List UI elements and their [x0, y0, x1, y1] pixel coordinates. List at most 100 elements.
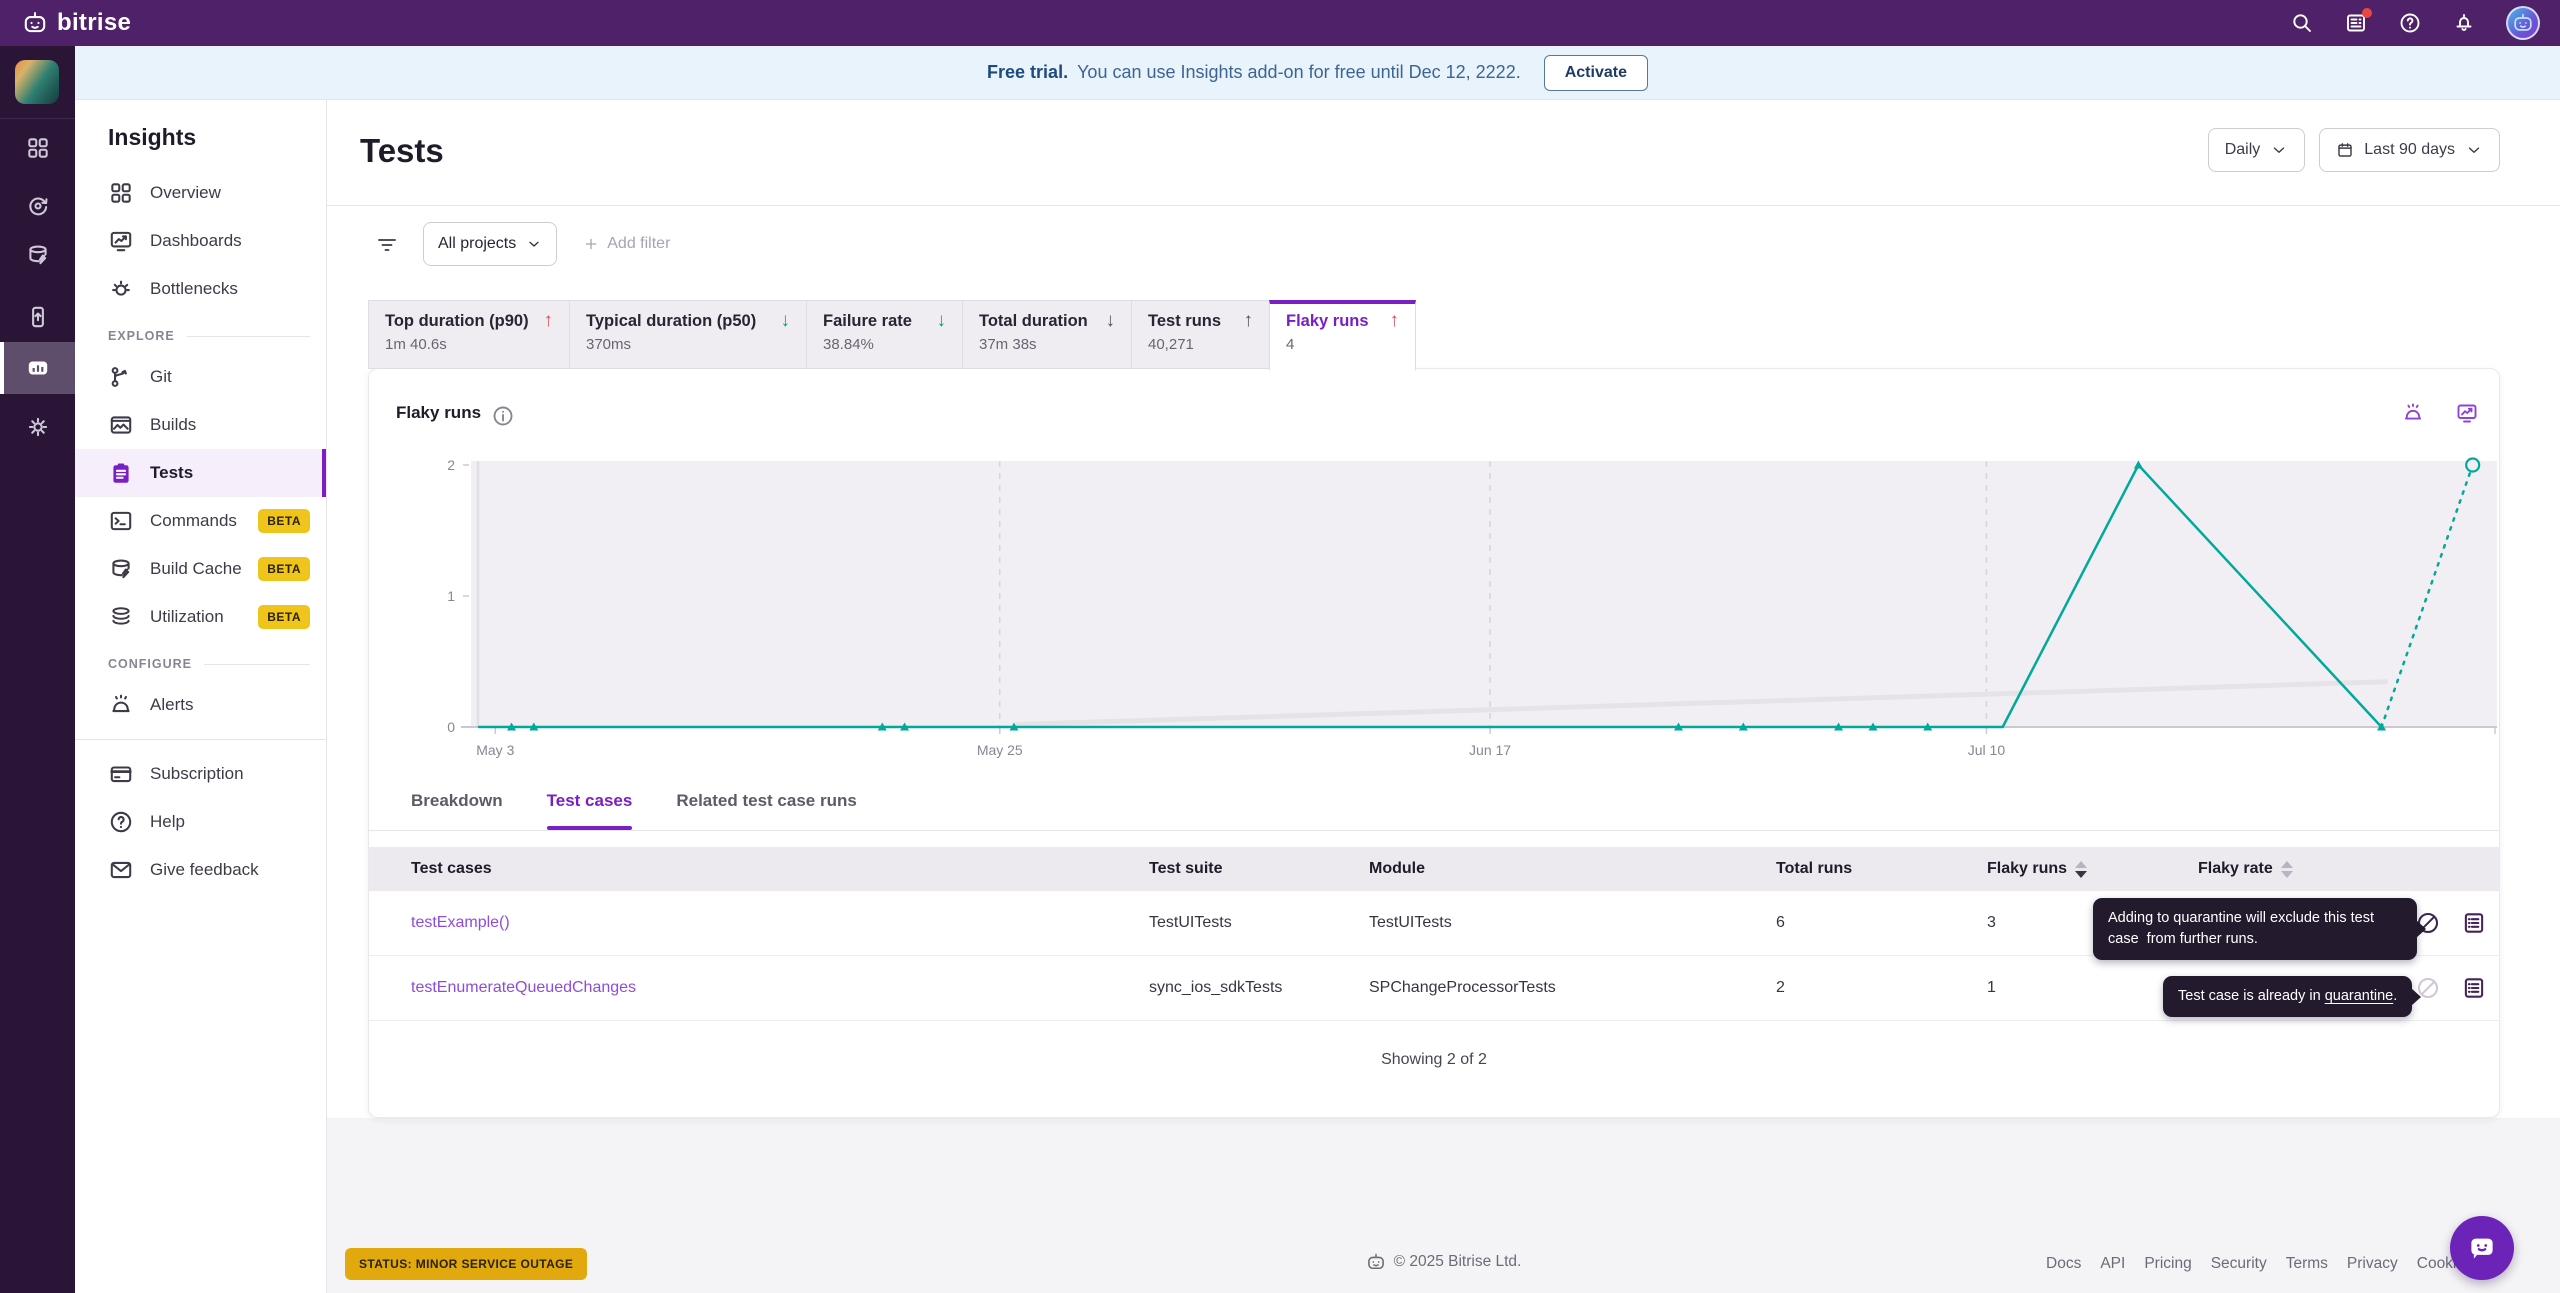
footer-link-terms[interactable]: Terms	[2286, 1255, 2328, 1273]
test-case-link[interactable]: testEnumerateQueuedChanges	[411, 979, 1149, 997]
filter-icon	[375, 233, 397, 255]
sidebar-item-git[interactable]: Git	[75, 353, 326, 401]
sort-icon[interactable]	[2075, 860, 2088, 878]
sidebar-item-label: Build Cache	[150, 559, 242, 578]
sidebar-item-help[interactable]: Help	[75, 798, 326, 846]
sidebar-item-label: Builds	[150, 415, 197, 434]
bitrise-robot-icon	[22, 10, 48, 36]
column-header-flaky-runs[interactable]: Flaky runs	[1987, 860, 2198, 878]
search-icon[interactable]	[2290, 11, 2314, 35]
user-avatar[interactable]	[2506, 6, 2540, 40]
rail-deploy-icon[interactable]	[0, 291, 75, 343]
date-range-dropdown[interactable]: Last 90 days	[2319, 128, 2500, 172]
info-icon[interactable]	[491, 404, 513, 426]
tab-related-test-case-runs[interactable]: Related test case runs	[676, 783, 856, 830]
column-header-total-runs: Total runs	[1776, 860, 1853, 877]
workspace-avatar[interactable]	[15, 60, 59, 104]
tab-breakdown[interactable]: Breakdown	[411, 783, 503, 830]
chart-title: Flaky runs	[396, 403, 482, 422]
details-icon[interactable]	[2461, 910, 2487, 936]
metric-tab-top-duration-p90-[interactable]: Top duration (p90) ↑ 1m 40.6s	[368, 300, 570, 369]
sidebar-item-give-feedback[interactable]: Give feedback	[75, 846, 326, 894]
sidebar-item-label: Alerts	[150, 695, 194, 714]
svg-text:May 25: May 25	[977, 742, 1023, 758]
test-case-link[interactable]: testExample()	[411, 914, 1149, 932]
metric-label: Typical duration (p50)	[586, 311, 757, 330]
sidebar-item-commands[interactable]: Commands BETA	[75, 497, 326, 545]
table-header: Test cases Test suite Module Total runs Flak…	[369, 847, 2499, 891]
detail-tabs: Breakdown Test cases Related test case run…	[411, 783, 857, 830]
bitrise-logo[interactable]: bitrise	[0, 9, 131, 37]
create-alert-icon[interactable]	[2401, 401, 2425, 425]
brand-name: bitrise	[57, 9, 132, 36]
chat-bubble-button[interactable]	[2450, 1216, 2514, 1280]
sidebar-item-label: Give feedback	[150, 860, 259, 879]
metric-tab-flaky-runs[interactable]: Flaky runs ↑ 4	[1269, 300, 1416, 371]
tooltip-line: case from further runs.	[2108, 931, 2258, 948]
project-selector-dropdown[interactable]: All projects	[423, 222, 558, 266]
footer-link-api[interactable]: API	[2100, 1255, 2125, 1273]
sidebar-item-label: Utilization	[150, 607, 224, 626]
sidebar-item-alerts[interactable]: Alerts	[75, 681, 326, 729]
sidebar-item-utilization[interactable]: Utilization BETA	[75, 593, 326, 641]
activate-button[interactable]: Activate	[1543, 54, 1648, 91]
sidebar-item-tests[interactable]: Tests	[75, 449, 326, 497]
chevron-down-icon	[2270, 141, 2288, 159]
footer-link-docs[interactable]: Docs	[2046, 1255, 2081, 1273]
metric-tab-test-runs[interactable]: Test runs ↑ 40,271	[1131, 300, 1270, 369]
metric-label: Top duration (p90)	[385, 311, 529, 330]
details-icon[interactable]	[2461, 975, 2487, 1001]
beta-badge: BETA	[258, 509, 310, 533]
chevron-down-icon	[2465, 141, 2483, 159]
sidebar-item-label: Help	[150, 812, 185, 831]
metric-label: Total duration	[979, 311, 1088, 330]
sidebar-item-label: Tests	[150, 463, 194, 482]
bottlenecks-icon	[108, 276, 134, 302]
overview-icon	[108, 180, 134, 206]
column-header-flaky-rate[interactable]: Flaky rate	[2198, 860, 2391, 878]
tab-test-cases[interactable]: Test cases	[546, 783, 632, 830]
metric-tab-failure-rate[interactable]: Failure rate ↓ 38.84%	[806, 300, 963, 369]
column-header-test-cases: Test cases	[411, 860, 492, 877]
rail-settings-gear-icon[interactable]	[0, 401, 75, 453]
trend-down-icon: ↓	[780, 310, 791, 331]
tooltip-text: .	[2393, 988, 2398, 1004]
sidebar-item-label: Git	[150, 367, 172, 386]
trial-banner-message: You can use Insights add-on for free unt…	[1077, 62, 1521, 82]
sidebar-item-subscription[interactable]: Subscription	[75, 750, 326, 798]
help-icon[interactable]	[2398, 11, 2422, 35]
total-runs-cell: 2	[1776, 979, 1785, 996]
add-to-dashboard-icon[interactable]	[2455, 401, 2479, 425]
quarantine-link[interactable]: quarantine	[2325, 988, 2394, 1004]
footer-link-security[interactable]: Security	[2211, 1255, 2267, 1273]
add-filter-button[interactable]: Add filter	[583, 235, 670, 253]
footer-link-pricing[interactable]: Pricing	[2144, 1255, 2191, 1273]
notifications-bell-icon[interactable]	[2452, 11, 2476, 35]
tooltip-line: Adding to quarantine will exclude this t…	[2108, 910, 2374, 926]
footer-link-privacy[interactable]: Privacy	[2347, 1255, 2398, 1273]
whats-new-icon[interactable]	[2344, 8, 2372, 35]
module-cell: SPChangeProcessorTests	[1369, 979, 1556, 996]
sidebar-item-overview[interactable]: Overview	[75, 169, 326, 217]
total-runs-cell: 6	[1776, 914, 1785, 931]
rail-divider	[0, 118, 75, 119]
sidebar-item-label: Bottlenecks	[150, 279, 238, 298]
granularity-value: Daily	[2224, 141, 2261, 158]
sidebar-item-bottlenecks[interactable]: Bottlenecks	[75, 265, 326, 313]
rail-apps-icon[interactable]	[0, 122, 75, 174]
svg-text:0: 0	[447, 719, 455, 735]
sidebar-item-builds[interactable]: Builds	[75, 401, 326, 449]
granularity-dropdown[interactable]: Daily	[2207, 128, 2306, 172]
sidebar-item-build-cache[interactable]: Build Cache BETA	[75, 545, 326, 593]
rail-insights-icon[interactable]	[0, 342, 75, 394]
metric-tab-typical-duration-p50-[interactable]: Typical duration (p50) ↓ 370ms	[569, 300, 807, 369]
rail-release-icon[interactable]	[0, 180, 75, 232]
sort-icon[interactable]	[2280, 860, 2293, 878]
git-icon	[108, 364, 134, 390]
sidebar-item-dashboards[interactable]: Dashboards	[75, 217, 326, 265]
metric-tab-total-duration[interactable]: Total duration ↓ 37m 38s	[962, 300, 1132, 369]
svg-text:1: 1	[447, 588, 455, 604]
main-content: Tests Daily Last 90 days All projects Ad…	[327, 100, 2560, 1293]
rail-build-cache-icon[interactable]	[0, 229, 75, 281]
flaky-runs-chart: 0 1 2 May 3 May 25 Jun 17 Jul 10	[447, 457, 2497, 758]
